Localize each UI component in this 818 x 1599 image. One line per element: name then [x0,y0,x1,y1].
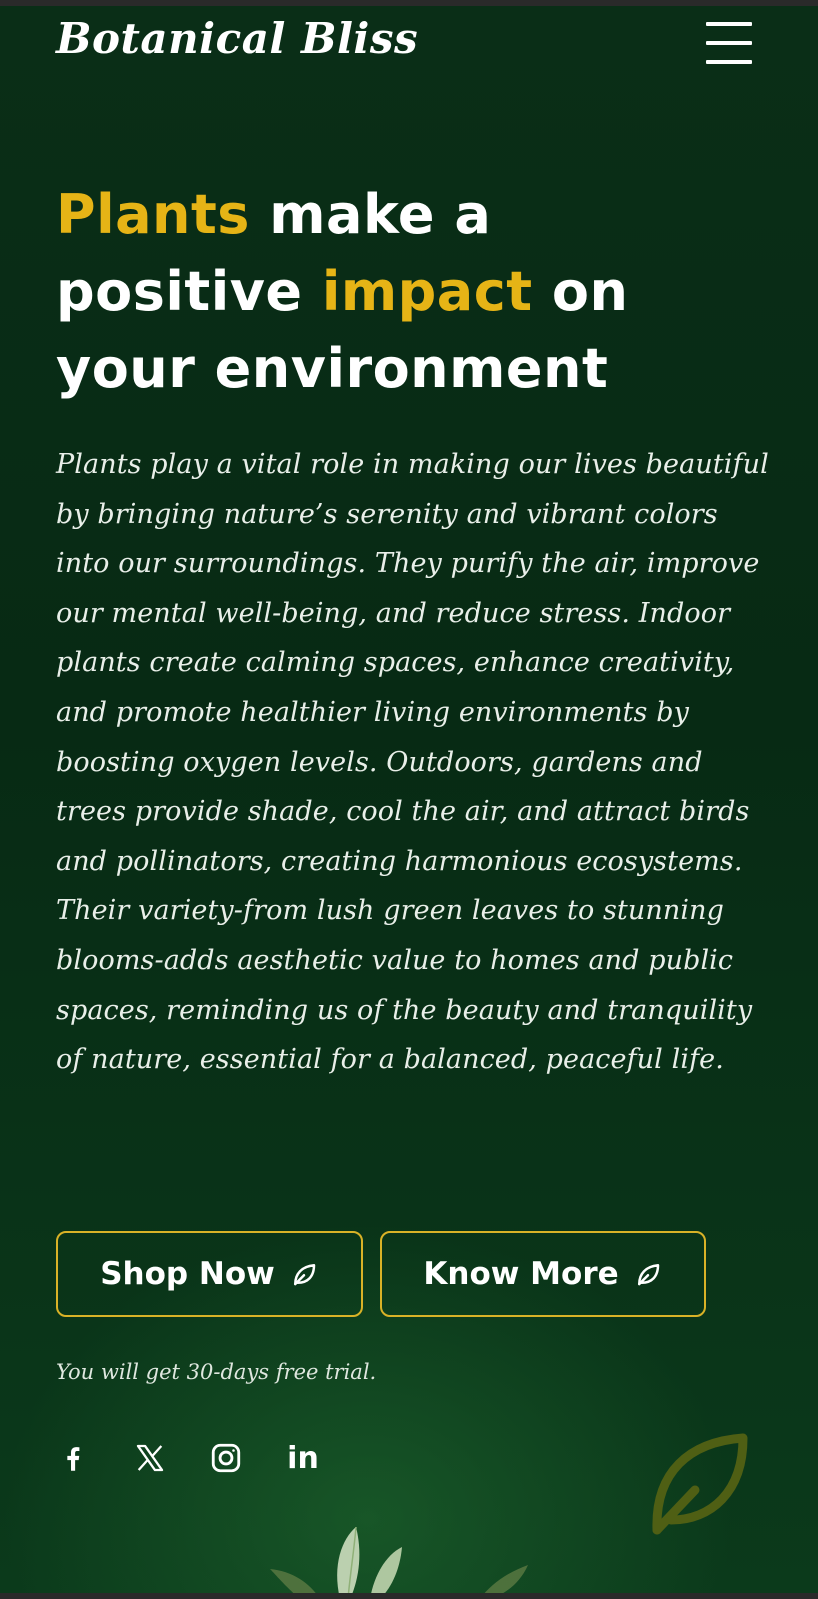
bottom-edge [0,1593,818,1599]
hero-headline: Plants make a positive impact on your en… [56,176,776,407]
headline-text-3: on [532,260,629,323]
instagram-icon[interactable] [208,1438,244,1478]
know-more-label: Know More [423,1256,619,1292]
linkedin-icon[interactable]: in [284,1438,322,1478]
facebook-icon[interactable] [56,1438,90,1478]
trial-note: You will get 30-days free trial. [56,1360,377,1384]
decorative-leaf-icon [652,1433,748,1535]
know-more-button[interactable]: Know More [380,1231,706,1317]
shop-now-button[interactable]: Shop Now [56,1231,363,1317]
headline-text-1: make a [249,183,492,246]
headline-text-4: your environment [56,337,609,400]
hamburger-menu-icon[interactable] [704,20,754,66]
headline-word-impact: impact [321,260,533,323]
headline-text-2: positive [56,260,322,323]
leaf-icon [637,1264,659,1286]
leaf-icon [293,1264,316,1286]
plant-leaves-image [270,1526,528,1599]
headline-word-plants: Plants [56,183,250,246]
brand-logo[interactable]: Botanical Bliss [56,14,418,63]
top-edge [0,0,818,6]
x-icon[interactable] [131,1438,169,1478]
page: Botanical Bliss Plants make a positive i… [0,0,818,1599]
hero-description: Plants play a vital role in making our l… [56,449,769,1076]
shop-now-label: Shop Now [100,1256,275,1292]
